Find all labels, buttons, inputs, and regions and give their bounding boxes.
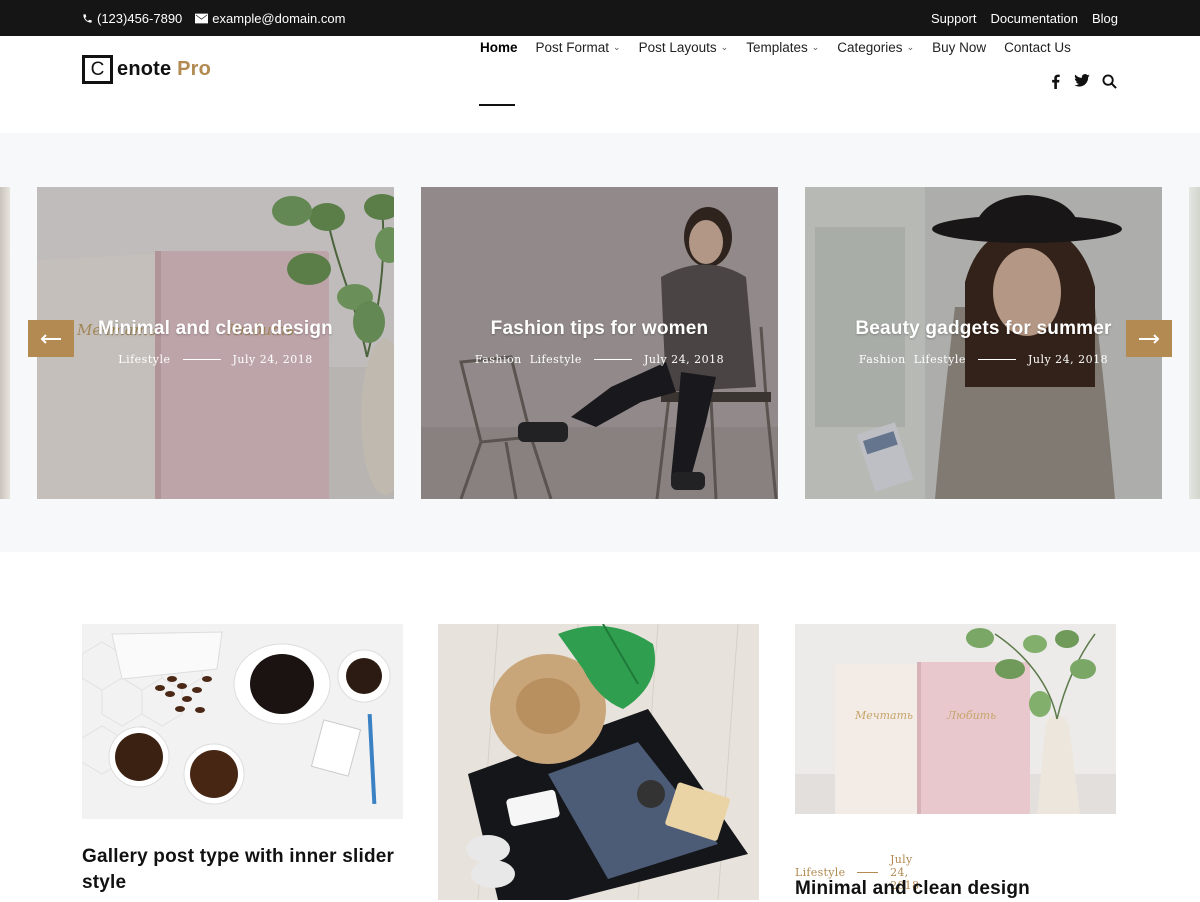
search-button[interactable]	[1102, 74, 1117, 89]
slide-meta: Lifestyle July 24, 2018	[37, 353, 394, 366]
post-image[interactable]	[82, 624, 403, 819]
nav-active-underline	[479, 104, 515, 106]
phone-contact[interactable]: (123)456-7890	[82, 11, 182, 26]
logo-text: enote Pro	[117, 58, 211, 81]
email-address: example@domain.com	[212, 11, 346, 26]
facebook-link[interactable]	[1051, 74, 1060, 89]
slide-partial-left	[0, 187, 10, 499]
slide-date: July 24, 2018	[643, 353, 725, 366]
nav-contact-us[interactable]: Contact Us	[1004, 40, 1071, 55]
top-bar: (123)456-7890 example@domain.com Support…	[0, 0, 1200, 36]
arrow-left-icon	[40, 333, 61, 344]
twitter-link[interactable]	[1074, 74, 1090, 87]
site-logo[interactable]: C enote Pro	[82, 55, 211, 84]
slide-partial-right	[1189, 187, 1200, 499]
nav-contact-us-label: Contact Us	[1004, 40, 1071, 55]
nav-buy-now-label: Buy Now	[932, 40, 987, 55]
chevron-down-icon: ⌄	[720, 42, 729, 52]
support-link[interactable]: Support	[931, 11, 977, 26]
nav-categories[interactable]: Categories ⌄	[837, 40, 914, 55]
hero-slider: Мечтать Любить Minimal and clean design …	[0, 133, 1200, 552]
svg-text:Мечтать: Мечтать	[854, 709, 913, 722]
slide-date: July 24, 2018	[232, 353, 313, 366]
email-contact[interactable]: example@domain.com	[195, 11, 345, 26]
meta-divider	[182, 359, 221, 360]
top-links: Support Documentation Blog	[931, 11, 1118, 26]
search-icon	[1102, 74, 1117, 89]
chevron-down-icon: ⌄	[811, 42, 820, 52]
main-nav: Home Post Format ⌄ Post Layouts ⌄ Template…	[480, 40, 1071, 55]
nav-templates[interactable]: Templates ⌄	[746, 40, 819, 55]
slide-card[interactable]: Fashion tips for women Fashion Lifestyle…	[421, 187, 778, 499]
post-title[interactable]: Minimal and clean design	[795, 876, 1116, 902]
arrow-right-icon	[1139, 333, 1160, 344]
svg-text:Любить: Любить	[946, 709, 996, 722]
slide-category[interactable]: Lifestyle	[530, 353, 582, 366]
notebook-photo: Мечтать Любить	[795, 624, 1116, 814]
twitter-icon	[1074, 74, 1090, 87]
slide-title[interactable]: Minimal and clean design	[37, 318, 394, 340]
slide-title[interactable]: Beauty gadgets for summer	[805, 318, 1162, 340]
slide-meta: Fashion Lifestyle July 24, 2018	[421, 353, 778, 366]
slider-prev-button[interactable]	[28, 320, 74, 357]
slide-meta: Fashion Lifestyle July 24, 2018	[805, 353, 1162, 366]
chevron-down-icon: ⌄	[613, 42, 621, 52]
envelope-icon	[195, 13, 209, 24]
post-image[interactable]: Мечтать Любить	[795, 624, 1116, 814]
slide-category[interactable]: Lifestyle	[118, 353, 170, 366]
post-title[interactable]: Gallery post type with inner slider styl…	[82, 844, 403, 896]
meta-divider	[977, 359, 1016, 360]
slide-card[interactable]: Мечтать Любить Minimal and clean design …	[37, 187, 394, 499]
chevron-down-icon: ⌄	[906, 42, 915, 52]
slide-overlay	[421, 187, 778, 499]
nav-home-label: Home	[480, 40, 518, 55]
slide-card[interactable]: Beauty gadgets for summer Fashion Lifest…	[805, 187, 1162, 499]
meta-divider	[857, 872, 879, 873]
phone-icon	[83, 14, 92, 23]
meta-divider	[593, 359, 632, 360]
logo-name: enote	[117, 58, 172, 80]
slide-overlay	[37, 187, 394, 499]
logo-pro: Pro	[177, 58, 212, 80]
contact-info: (123)456-7890 example@domain.com	[82, 11, 345, 26]
nav-post-format[interactable]: Post Format ⌄	[536, 40, 621, 55]
slide-category[interactable]: Fashion	[475, 353, 522, 366]
slide-category[interactable]: Fashion	[859, 353, 906, 366]
nav-post-layouts-label: Post Layouts	[638, 40, 717, 55]
logo-mark: C	[82, 55, 113, 84]
post-image[interactable]	[438, 624, 759, 900]
coffee-photo	[82, 624, 403, 819]
slider-next-button[interactable]	[1126, 320, 1172, 357]
blog-link[interactable]: Blog	[1092, 11, 1118, 26]
nav-post-format-label: Post Format	[535, 40, 610, 55]
nav-home[interactable]: Home	[480, 40, 518, 55]
slide-category[interactable]: Lifestyle	[914, 353, 966, 366]
documentation-link[interactable]: Documentation	[991, 11, 1078, 26]
slide-date: July 24, 2018	[1027, 353, 1109, 366]
facebook-icon	[1052, 74, 1060, 89]
phone-number: (123)456-7890	[97, 11, 183, 26]
nav-post-layouts[interactable]: Post Layouts ⌄	[639, 40, 729, 55]
nav-buy-now[interactable]: Buy Now	[932, 40, 986, 55]
nav-categories-label: Categories	[837, 40, 903, 55]
nav-templates-label: Templates	[746, 40, 808, 55]
slide-overlay	[805, 187, 1162, 499]
slide-title[interactable]: Fashion tips for women	[421, 318, 778, 340]
travel-photo	[438, 624, 759, 900]
